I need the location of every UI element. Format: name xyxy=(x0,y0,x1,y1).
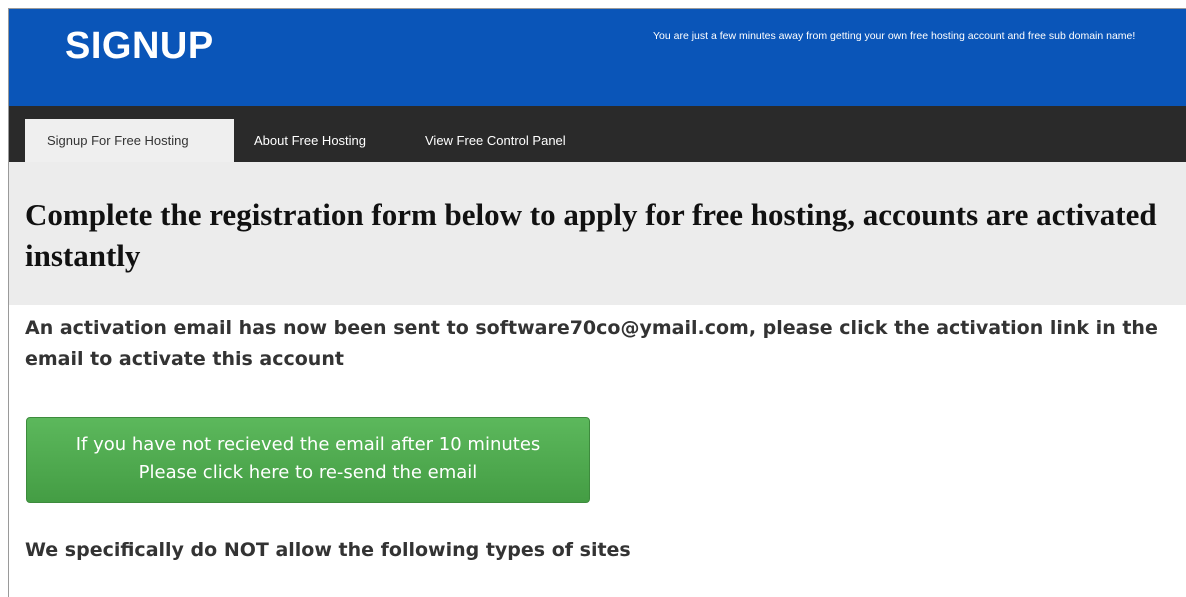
site-logo[interactable]: SIGNUP xyxy=(65,25,214,68)
resend-email-button[interactable]: If you have not recieved the email after… xyxy=(26,417,590,503)
activation-message: An activation email has now been sent to… xyxy=(25,317,1158,370)
nav-tab-view-free-control-panel[interactable]: View Free Control Panel xyxy=(425,119,566,162)
resend-button-line-1: If you have not recieved the email after… xyxy=(75,434,541,455)
page-title: Complete the registration form below to … xyxy=(25,197,1157,273)
main-navigation: Signup For Free Hosting About Free Hosti… xyxy=(9,106,1186,162)
site-header: SIGNUP You are just a few minutes away f… xyxy=(9,9,1186,106)
header-tagline: You are just a few minutes away from get… xyxy=(653,30,1136,42)
nav-tab-about-free-hosting[interactable]: About Free Hosting xyxy=(254,119,366,162)
nav-tab-signup-for-free-hosting[interactable]: Signup For Free Hosting xyxy=(25,119,234,162)
page-frame: SIGNUP You are just a few minutes away f… xyxy=(8,8,1186,597)
restricted-sites-heading: We specifically do NOT allow the followi… xyxy=(25,539,631,561)
resend-button-line-2: Please click here to re-send the email xyxy=(138,462,478,483)
page-content: Complete the registration form below to … xyxy=(9,162,1186,597)
